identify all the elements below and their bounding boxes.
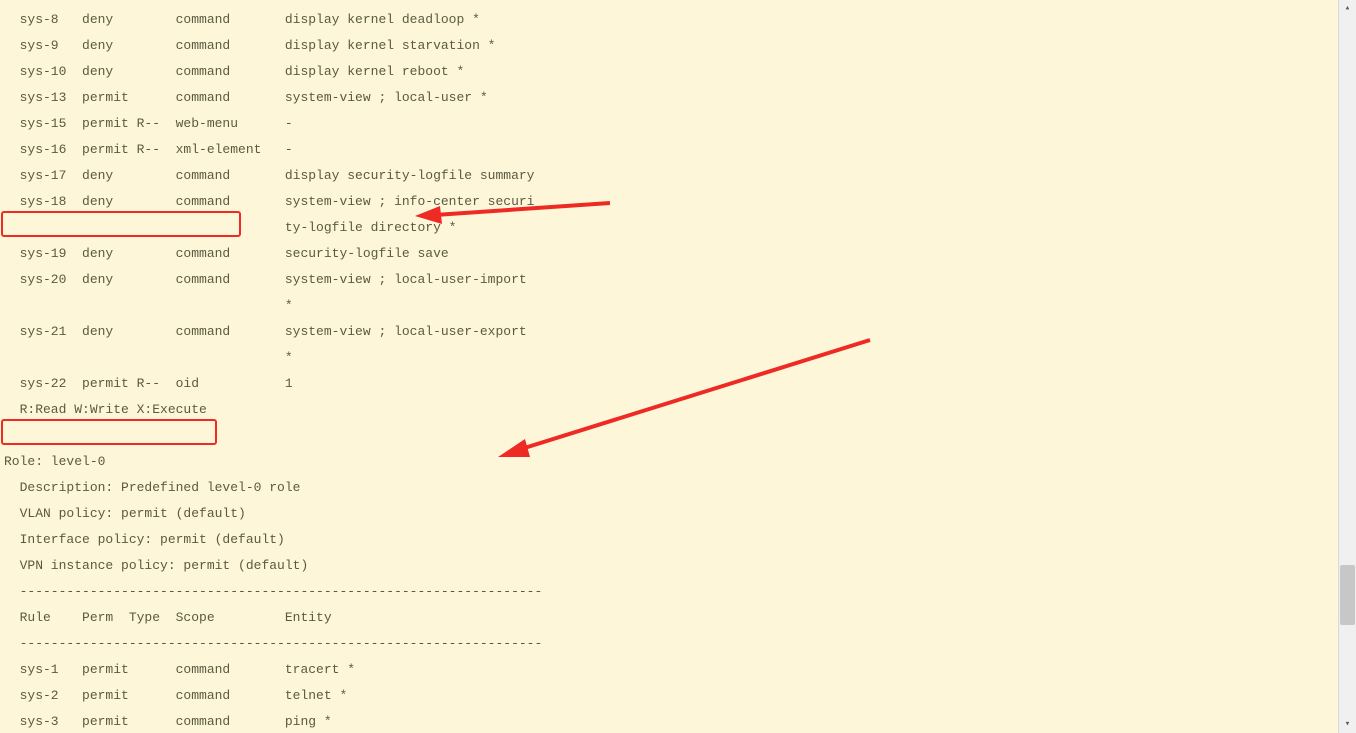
table-row: sys-13 permit command system-view ; loca… [4, 91, 1332, 104]
role-description: Description: Predefined level-0 role [4, 481, 1332, 494]
table-row: sys-15 permit R-- web-menu - [4, 117, 1332, 130]
table-row: * [4, 351, 1332, 364]
table-row: sys-9 deny command display kernel starva… [4, 39, 1332, 52]
table-header: Rule Perm Type Scope Entity [4, 611, 1332, 624]
outer-scrollbar[interactable]: ▴ ▾ [1338, 0, 1356, 733]
scroll-up-button[interactable]: ▴ [1339, 0, 1356, 17]
table-row: ty-logfile directory * [4, 221, 1332, 234]
separator: ----------------------------------------… [4, 637, 1332, 650]
role-header-level-0: Role: level-0 [4, 455, 1332, 468]
table-row: * [4, 299, 1332, 312]
table-row: sys-20 deny command system-view ; local-… [4, 273, 1332, 286]
table-row: sys-2 permit command telnet * [4, 689, 1332, 702]
scroll-down-button[interactable]: ▾ [1339, 716, 1356, 733]
table-row: sys-22 permit R-- oid 1 [4, 377, 1332, 390]
table-row: sys-8 deny command display kernel deadlo… [4, 13, 1332, 26]
table-row: sys-3 permit command ping * [4, 715, 1332, 728]
interface-policy: Interface policy: permit (default) [4, 533, 1332, 546]
table-row: sys-19 deny command security-logfile sav… [4, 247, 1332, 260]
legend-text: R:Read W:Write X:Execute [4, 403, 1332, 416]
table-row: sys-1 permit command tracert * [4, 663, 1332, 676]
scrollbar-thumb[interactable] [1340, 565, 1355, 625]
table-row: sys-18 deny command system-view ; info-c… [4, 195, 1332, 208]
vlan-policy: VLAN policy: permit (default) [4, 507, 1332, 520]
terminal-output[interactable]: sys-8 deny command display kernel deadlo… [4, 0, 1332, 729]
separator: ----------------------------------------… [4, 585, 1332, 598]
table-row: sys-21 deny command system-view ; local-… [4, 325, 1332, 338]
vpn-policy: VPN instance policy: permit (default) [4, 559, 1332, 572]
table-row: sys-17 deny command display security-log… [4, 169, 1332, 182]
table-row: sys-16 permit R-- xml-element - [4, 143, 1332, 156]
table-row: sys-10 deny command display kernel reboo… [4, 65, 1332, 78]
